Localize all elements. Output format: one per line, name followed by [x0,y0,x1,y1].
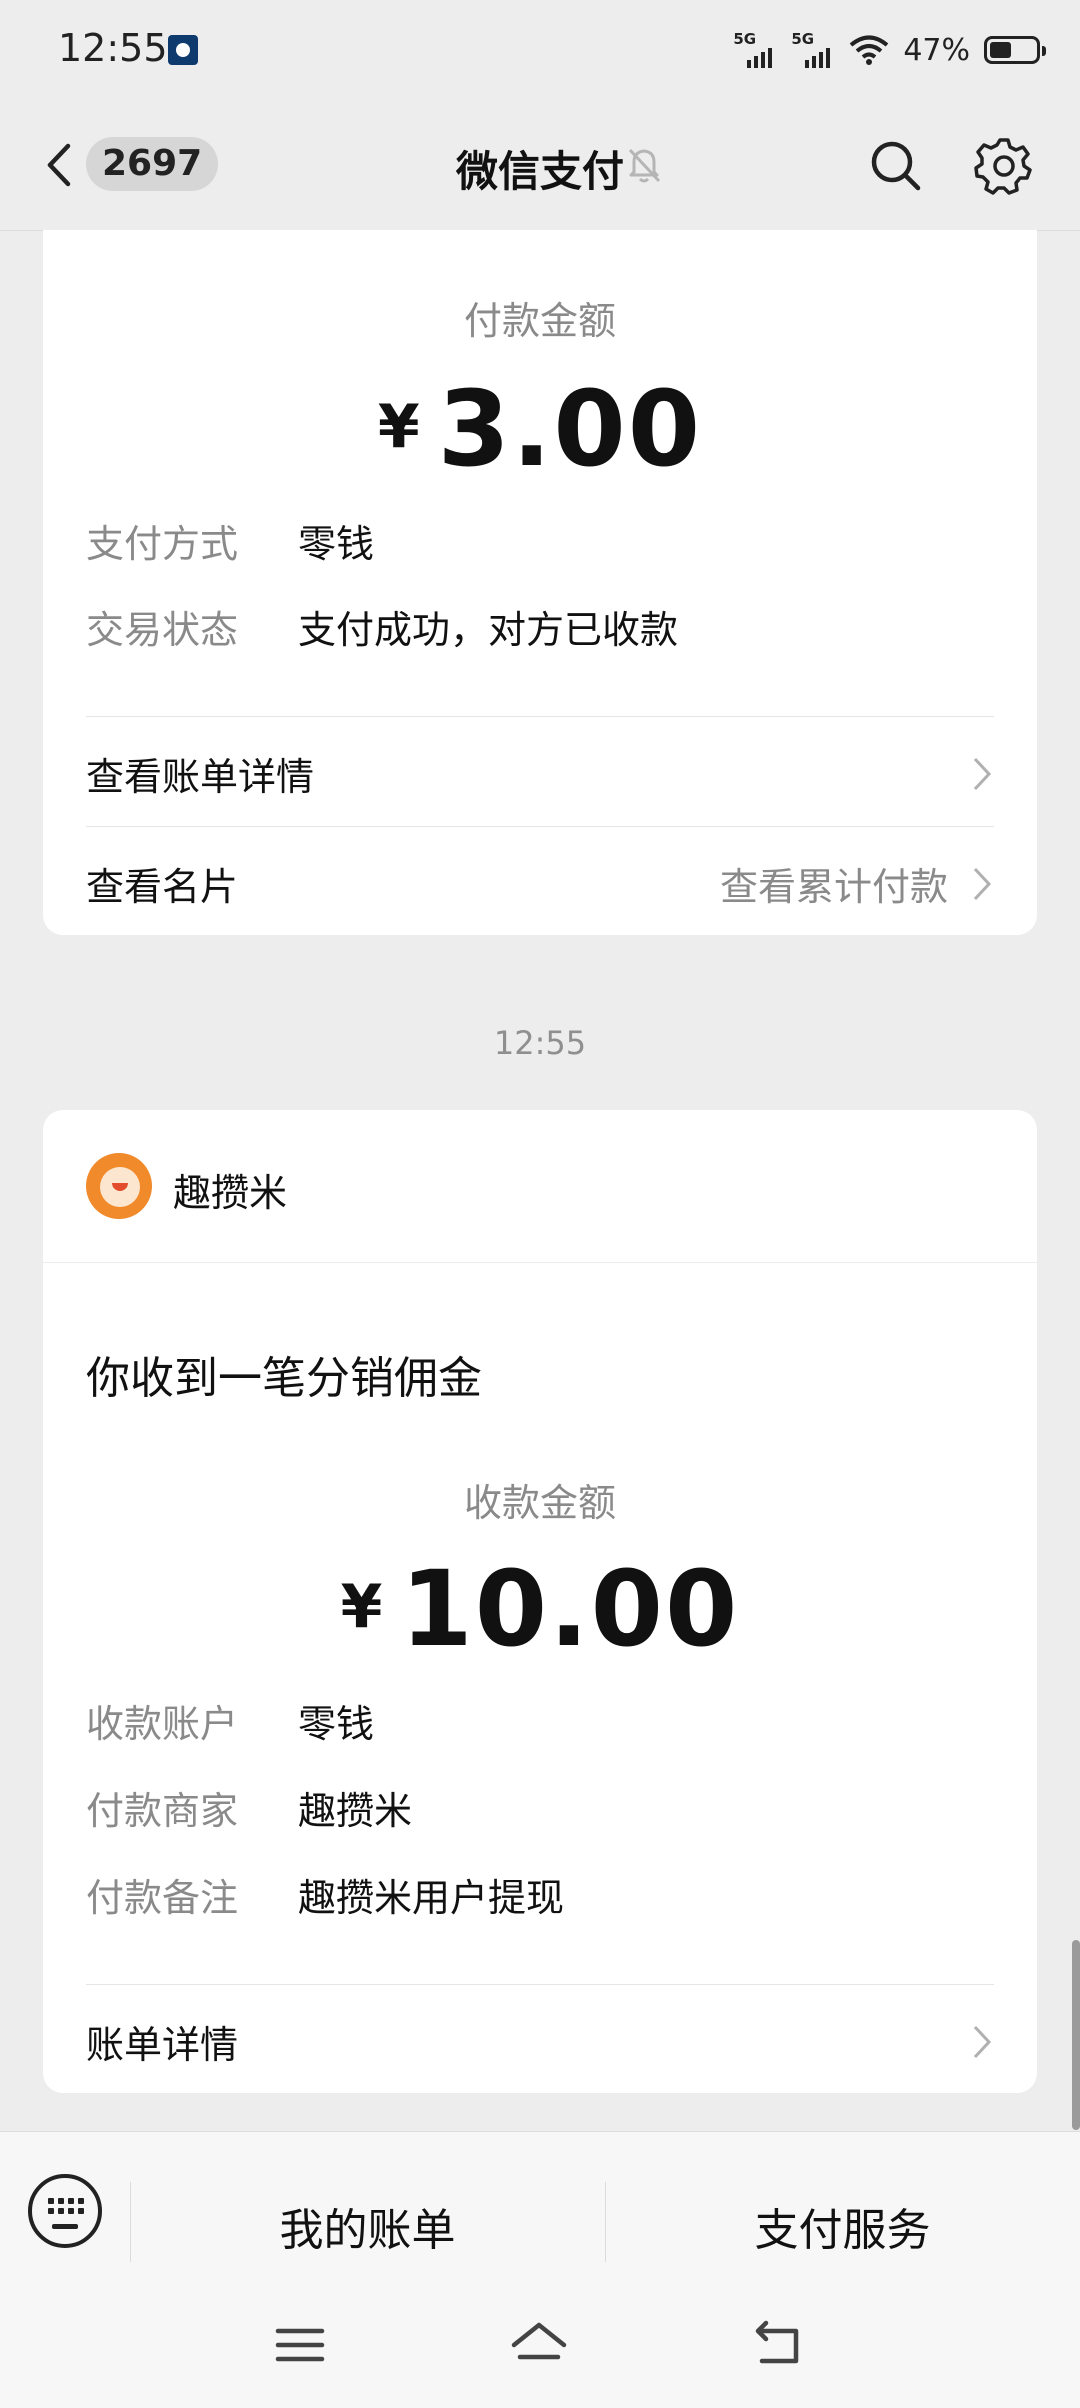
search-icon[interactable] [868,138,924,194]
pay-services-button[interactable]: 支付服务 [605,2194,1080,2258]
receipt-notification-card[interactable]: 趣攒米 你收到一笔分销佣金 收款金额 ¥10.00 收款账户 零钱 付款商家 趣攒米… [43,1110,1037,2093]
mute-bell-icon [628,148,661,183]
detail-row-payment-note: 付款备注 趣攒米用户提现 [86,1876,565,1920]
my-bills-button[interactable]: 我的账单 [130,2194,605,2258]
chevron-right-icon [973,757,992,791]
merchant-logo [86,1153,152,1219]
payment-amount: ¥3.00 [43,368,1037,490]
divider [86,716,994,717]
amount-value: 3.00 [437,368,703,490]
battery-icon [984,36,1046,64]
chat-header: 2697 微信支付 [0,100,1080,231]
bill-detail-label: 账单详情 [86,2023,239,2067]
view-card-link[interactable]: 查看名片 查看累计付款 [86,856,994,916]
battery-percent: 47% [903,32,970,68]
notification-app-icon [168,35,198,65]
currency-symbol: ¥ [377,392,420,462]
view-bill-detail-label: 查看账单详情 [86,755,315,799]
detail-row-payment-method: 支付方式 零钱 [86,522,375,566]
view-card-label: 查看名片 [86,865,239,909]
merchant-name: 趣攒米 [173,1171,288,1215]
status-bar: 12:55 5G 5G 47% [0,0,1080,100]
message-timestamp: 12:55 [493,1024,587,1062]
bottom-toolbar: 我的账单 支付服务 [0,2131,1080,2292]
detail-row-transaction-status: 交易状态 支付成功，对方已收款 [86,608,679,652]
detail-row-receiving-account: 收款账户 零钱 [86,1702,375,1746]
view-cumulative-payment-label[interactable]: 查看累计付款 [720,856,948,911]
scrollbar[interactable] [1072,1940,1080,2130]
notice-title: 你收到一笔分销佣金 [86,1353,482,1404]
divider [86,1984,994,1985]
detail-row-paying-merchant: 付款商家 趣攒米 [86,1789,413,1833]
currency-symbol: ¥ [340,1572,383,1642]
chevron-right-icon [973,867,992,901]
home-icon[interactable] [508,2319,570,2371]
keyboard-icon[interactable] [28,2174,102,2248]
amount-value: 10.00 [400,1548,740,1670]
view-bill-detail-link[interactable]: 查看账单详情 [86,746,994,806]
status-time: 12:55 [58,26,168,70]
system-navigation-bar [0,2291,1080,2408]
battery-fill [990,42,1011,58]
amount-label: 付款金额 [463,299,616,343]
receipt-amount: ¥10.00 [43,1548,1037,1670]
settings-gear-icon[interactable] [974,136,1034,196]
bill-detail-link[interactable]: 账单详情 [86,2014,994,2074]
back-icon[interactable] [752,2319,806,2371]
payment-notification-card: 付款金额 ¥3.00 支付方式 零钱 交易状态 支付成功，对方已收款 查看账单详情 … [43,230,1037,935]
divider [43,1262,1037,1263]
status-indicators: 5G 5G 47% [733,28,1046,72]
signal-5g-icon: 5G [733,30,777,70]
signal-5g-icon: 5G [791,30,835,70]
amount-label: 收款金额 [463,1481,616,1525]
menu-icon[interactable] [274,2319,326,2371]
divider [86,826,994,827]
chevron-right-icon [973,2025,992,2059]
wifi-icon [850,35,889,65]
